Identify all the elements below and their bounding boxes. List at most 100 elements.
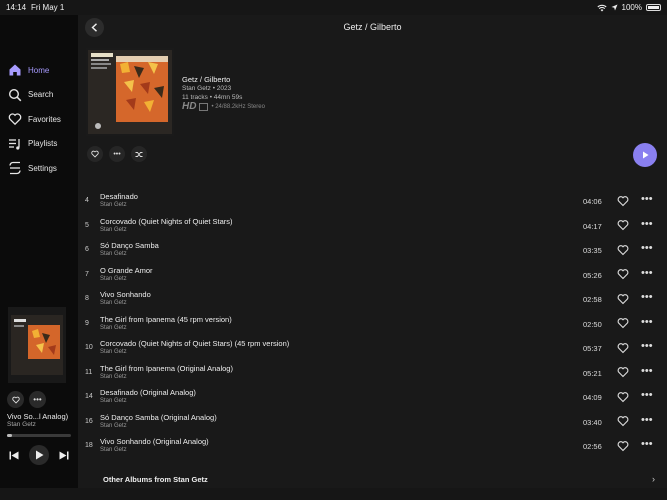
track-row[interactable]: 4 Desafinado Stan Getz 04:06 ••• [78, 191, 667, 216]
sidebar-item-favorites[interactable]: Favorites [0, 107, 78, 132]
track-more-button[interactable]: ••• [641, 389, 653, 401]
heart-icon [617, 391, 628, 402]
previous-icon [9, 451, 19, 459]
track-favorite-button[interactable] [616, 341, 629, 354]
track-more-button[interactable]: ••• [641, 218, 653, 230]
track-row[interactable]: 16 Só Danço Samba (Original Analog) Stan G… [78, 412, 667, 437]
playback-progress-fill [7, 434, 13, 437]
track-row[interactable]: 10 Corcovado (Quiet Nights of Quiet Stars… [78, 338, 667, 363]
track-duration: 05:21 [583, 368, 602, 378]
track-row[interactable]: 5 Corcovado (Quiet Nights of Quiet Stars)… [78, 216, 667, 241]
now-playing-more-button[interactable]: ••• [29, 391, 46, 408]
album-favorite-button[interactable] [87, 146, 103, 162]
track-favorite-button[interactable] [616, 439, 629, 452]
track-more-button[interactable]: ••• [641, 438, 653, 450]
track-row[interactable]: 7 O Grande Amor Stan Getz 05:26 ••• [78, 265, 667, 290]
track-artist: Stan Getz [100, 373, 127, 380]
track-number: 11 [85, 368, 93, 376]
track-more-button[interactable]: ••• [641, 242, 653, 254]
track-more-button[interactable]: ••• [641, 316, 653, 328]
track-list: 4 Desafinado Stan Getz 04:06 ••• 5 Corcovado (… [78, 191, 667, 461]
album-quality: HD • 24/88.2kHz Stereo [182, 101, 265, 112]
track-number: 14 [85, 393, 93, 400]
track-duration: 03:35 [583, 246, 602, 255]
location-icon [611, 4, 618, 11]
search-icon [7, 87, 22, 102]
album-track-count: 11 tracks • 44mn 59s [182, 94, 243, 101]
track-row[interactable]: 9 The Girl from Ipanema (45 rpm version) S… [78, 314, 667, 339]
track-favorite-button[interactable] [616, 268, 629, 281]
more-icon: ••• [113, 150, 121, 158]
track-more-button[interactable]: ••• [641, 340, 653, 352]
track-favorite-button[interactable] [616, 390, 629, 403]
next-icon [59, 451, 69, 459]
wifi-icon [596, 4, 607, 11]
track-more-button[interactable]: ••• [641, 414, 653, 426]
track-more-button[interactable]: ••• [641, 291, 653, 303]
track-favorite-button[interactable] [616, 317, 629, 330]
track-title: Desafinado (Original Analog) [100, 388, 196, 397]
now-playing-artwork[interactable] [8, 307, 66, 383]
track-more-button[interactable]: ••• [641, 193, 653, 205]
next-track-button[interactable] [59, 451, 69, 460]
track-title: O Grande Amor [100, 265, 153, 275]
track-row[interactable]: 14 Desafinado (Original Analog) Stan Getz 0… [78, 387, 667, 412]
track-title: The Girl from Ipanema (45 rpm version) [100, 314, 232, 324]
previous-track-button[interactable] [9, 451, 19, 460]
sidebar-item-home[interactable]: Home [0, 58, 78, 83]
track-more-button[interactable]: ••• [641, 365, 653, 377]
sidebar-nav: Home Search Favorites Playlists Settings [0, 58, 78, 181]
track-favorite-button[interactable] [616, 219, 629, 232]
now-playing-favorite-button[interactable] [7, 391, 24, 408]
track-favorite-button[interactable] [616, 194, 629, 207]
heart-icon [617, 195, 628, 206]
play-album-button[interactable] [633, 143, 657, 167]
page-title: Getz / Gilberto [343, 22, 402, 32]
track-number: 4 [85, 197, 89, 204]
sidebar-item-search[interactable]: Search [0, 83, 78, 108]
track-favorite-button[interactable] [616, 292, 629, 305]
track-number: 7 [85, 270, 89, 278]
sidebar-item-playlists[interactable]: Playlists [0, 132, 78, 157]
track-duration: 04:09 [583, 393, 602, 402]
sidebar-item-label: Settings [28, 163, 57, 173]
playback-progress-bar[interactable] [7, 434, 71, 437]
audio-quality-text: • 24/88.2kHz Stereo [211, 103, 265, 110]
track-favorite-button[interactable] [616, 243, 629, 256]
track-duration: 02:58 [583, 295, 602, 304]
other-albums-link[interactable]: Other Albums from Stan Getz [103, 475, 208, 484]
track-row[interactable]: 6 Só Danço Samba Stan Getz 03:35 ••• [78, 240, 667, 265]
track-artist: Stan Getz [100, 275, 127, 282]
sidebar-item-label: Home [28, 65, 50, 75]
track-row[interactable]: 18 Vivo Sonhando (Original Analog) Stan Ge… [78, 436, 667, 461]
track-number: 18 [85, 442, 93, 449]
play-icon [35, 450, 43, 460]
status-time: 14:14 [6, 3, 27, 12]
heart-icon [91, 150, 99, 158]
heart-icon [617, 318, 628, 329]
status-right: 100% [596, 3, 661, 12]
album-artwork[interactable] [86, 48, 174, 136]
track-favorite-button[interactable] [616, 415, 629, 428]
battery-icon [646, 4, 661, 11]
track-number: 9 [85, 319, 89, 327]
shuffle-icon [135, 151, 143, 157]
chevron-right-icon[interactable]: › [652, 474, 655, 484]
heart-icon [7, 112, 22, 127]
sidebar-item-settings[interactable]: Settings [0, 156, 78, 181]
home-icon [7, 63, 22, 78]
sidebar-item-label: Search [28, 90, 54, 100]
heart-icon [617, 440, 628, 451]
play-pause-button[interactable] [29, 445, 49, 465]
track-row[interactable]: 11 The Girl from Ipanema (Original Analog… [78, 363, 667, 388]
track-artist: Stan Getz [100, 300, 127, 306]
track-row[interactable]: 8 Vivo Sonhando Stan Getz 02:58 ••• [78, 289, 667, 314]
album-more-button[interactable]: ••• [109, 146, 125, 162]
track-artist: Stan Getz [100, 202, 127, 208]
track-favorite-button[interactable] [616, 366, 629, 379]
album-detail-view: Getz / Gilberto Getz / Gilberto Stan Get… [78, 15, 667, 488]
track-number: 8 [85, 295, 89, 302]
status-bar: 14:14 Fri May 1 100% [0, 0, 667, 15]
shuffle-button[interactable] [131, 146, 147, 162]
track-more-button[interactable]: ••• [641, 267, 653, 279]
